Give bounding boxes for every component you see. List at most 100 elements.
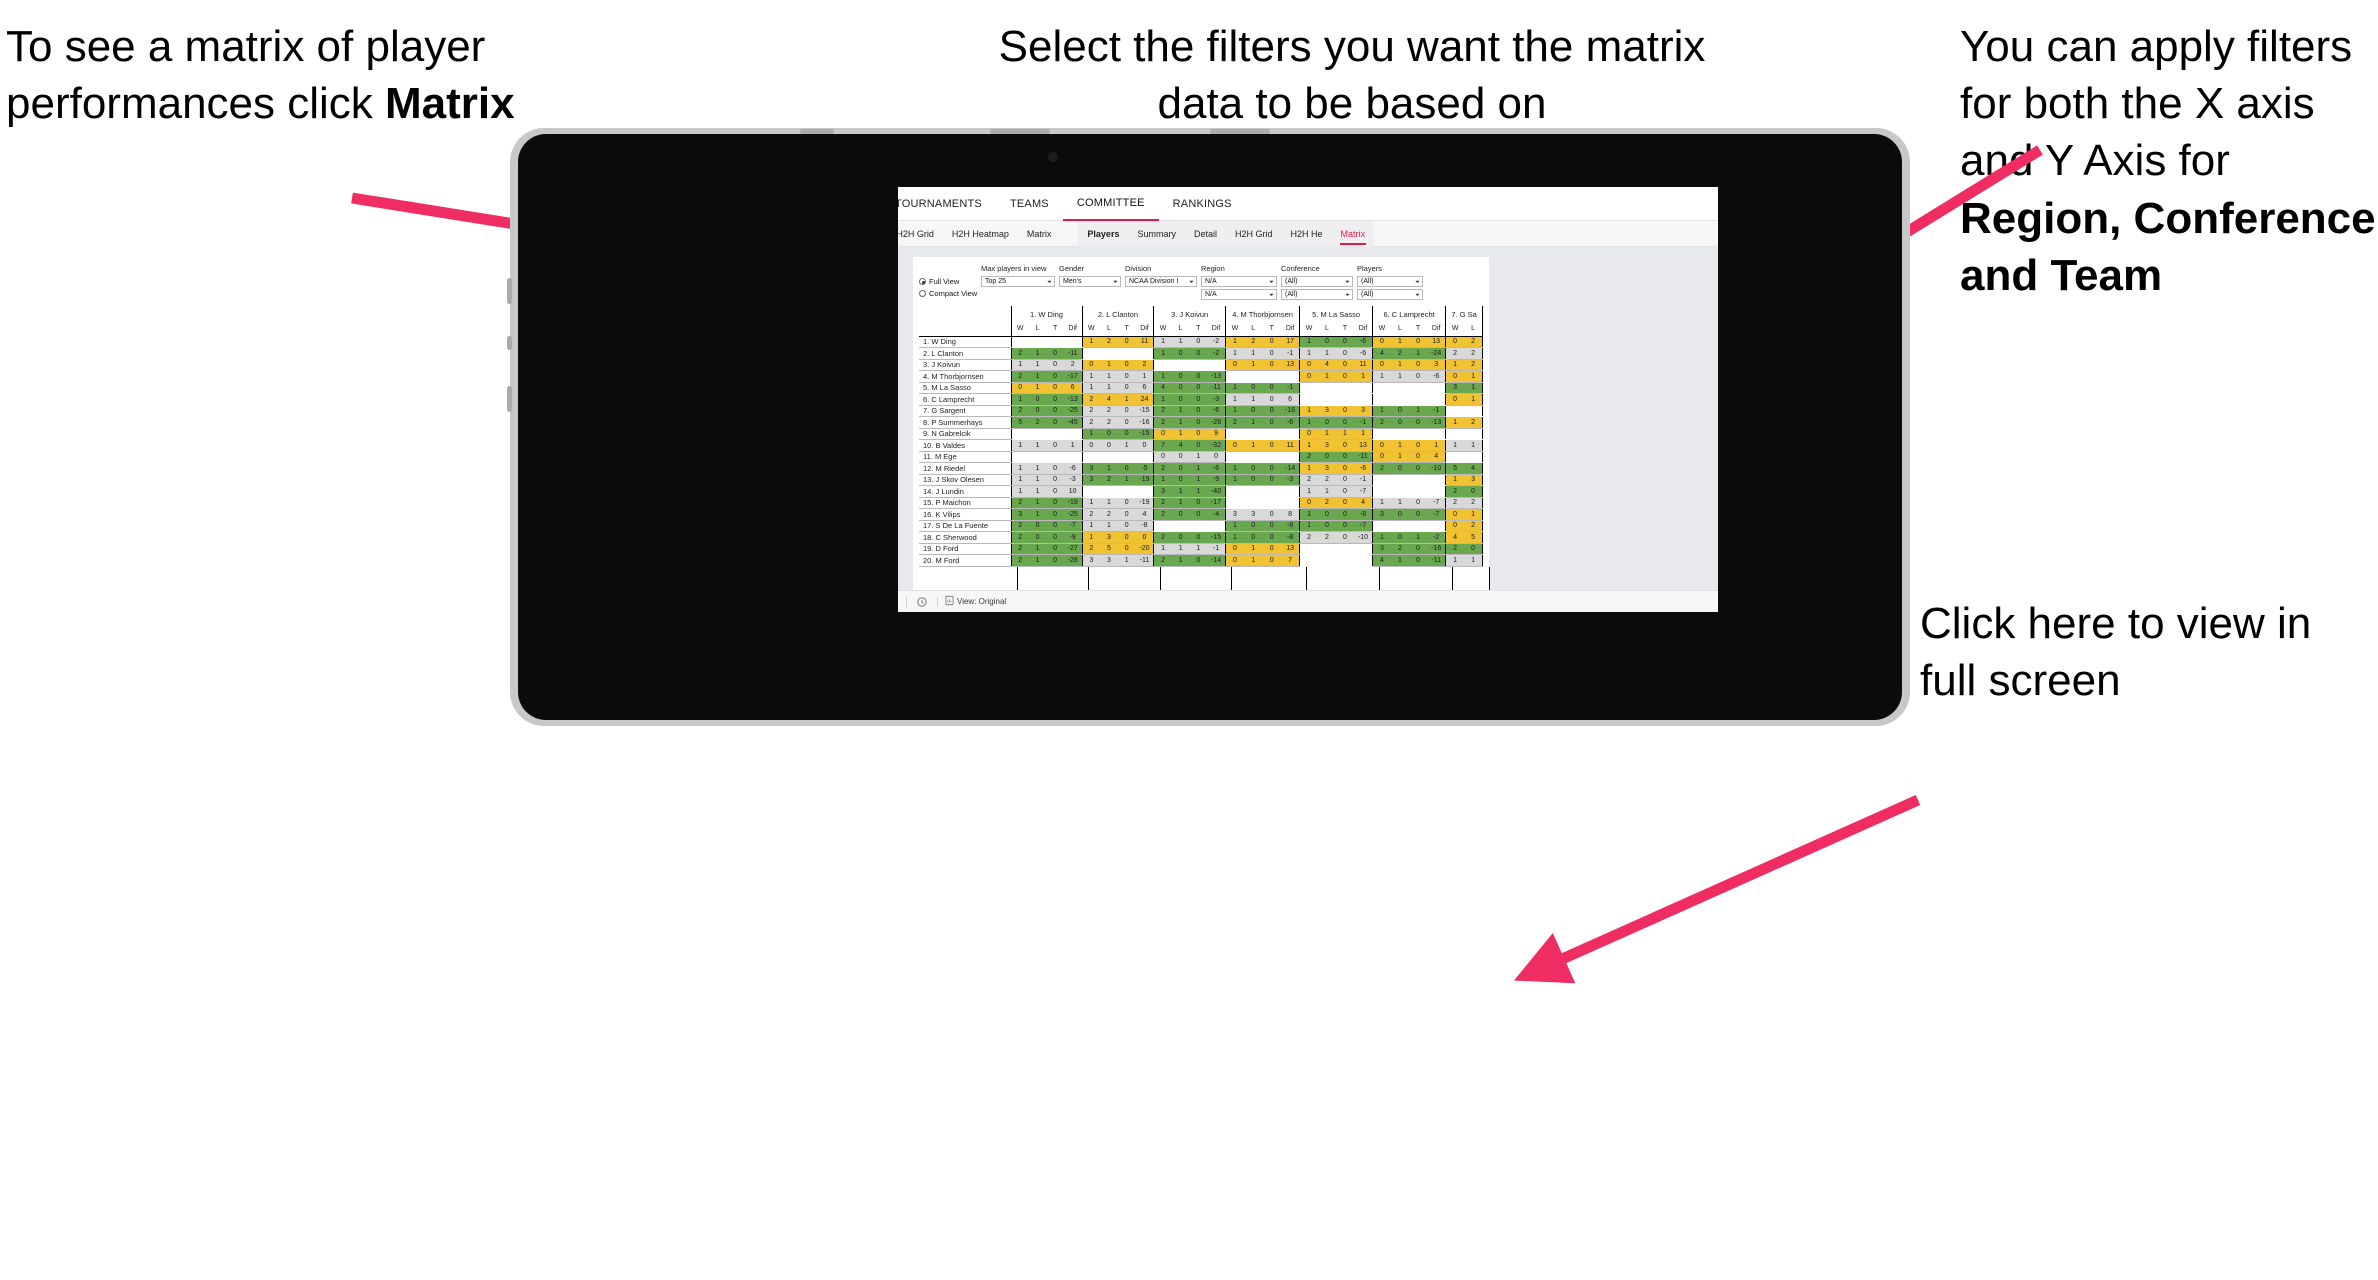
matrix-cell[interactable]: 0: [1445, 393, 1465, 406]
matrix-cell[interactable]: 0: [1371, 451, 1391, 463]
matrix-cell[interactable]: 0: [1117, 416, 1136, 429]
filter-select-conference-1[interactable]: (All) ▼: [1281, 276, 1353, 287]
matrix-cell[interactable]: 6: [1135, 382, 1154, 394]
matrix-cell[interactable]: 0: [1189, 393, 1208, 406]
matrix-cell[interactable]: 5: [1445, 462, 1465, 475]
matrix-cell[interactable]: 2: [1153, 405, 1172, 417]
matrix-cell[interactable]: 0: [1117, 497, 1136, 509]
matrix-cell[interactable]: 8: [1280, 508, 1300, 521]
matrix-cell[interactable]: -1: [1280, 347, 1300, 360]
matrix-cell[interactable]: -16: [1135, 416, 1154, 429]
matrix-cell[interactable]: -3: [1280, 474, 1300, 486]
matrix-cell[interactable]: 0: [1335, 405, 1355, 417]
subnav-item-players[interactable]: Players: [1078, 221, 1128, 247]
matrix-cell[interactable]: 0: [1189, 554, 1208, 567]
matrix-cell[interactable]: 1: [1427, 439, 1446, 452]
matrix-cell[interactable]: 0: [1262, 382, 1281, 394]
matrix-cell[interactable]: 0: [1262, 347, 1281, 360]
matrix-cell[interactable]: 1: [1408, 405, 1428, 417]
matrix-cell[interactable]: 0: [1117, 531, 1136, 544]
matrix-cell[interactable]: -24: [1427, 347, 1446, 360]
matrix-cell[interactable]: -8: [1354, 508, 1373, 521]
matrix-cell[interactable]: -19: [1063, 497, 1083, 509]
matrix-cell[interactable]: 1: [1445, 439, 1465, 452]
matrix-row[interactable]: 9. N Gabrelcik 1 0 0 -15 0 1 0 9 0 1 1 1: [919, 428, 1484, 440]
matrix-cell[interactable]: 0: [1081, 359, 1101, 371]
matrix-cell[interactable]: -7: [1427, 497, 1446, 509]
matrix-cell[interactable]: -11: [1427, 554, 1446, 567]
matrix-cell[interactable]: 0: [1100, 439, 1118, 452]
matrix-cell[interactable]: 0: [1244, 462, 1263, 475]
matrix-cell[interactable]: 0: [1262, 508, 1281, 521]
matrix-cell[interactable]: 0: [1317, 508, 1336, 521]
matrix-cell[interactable]: 1: [1317, 485, 1336, 498]
matrix-cell[interactable]: 0: [1028, 531, 1047, 544]
filter-select-conference-2[interactable]: (All) ▼: [1281, 289, 1353, 300]
matrix-cell[interactable]: 4: [1317, 359, 1336, 371]
matrix-cell[interactable]: 1: [1224, 393, 1244, 406]
matrix-cell[interactable]: 1: [1354, 370, 1373, 383]
matrix-cell[interactable]: 2: [1464, 336, 1484, 348]
matrix-cell[interactable]: 3: [1464, 474, 1484, 486]
matrix-cell[interactable]: 0: [1189, 382, 1208, 394]
matrix-cell[interactable]: 13: [1280, 543, 1300, 555]
matrix-cell[interactable]: 0: [1153, 428, 1172, 440]
matrix-cell[interactable]: 2: [1010, 405, 1029, 417]
matrix-cell[interactable]: 2: [1445, 497, 1465, 509]
matrix-row[interactable]: 3. J Koivun 1 1 0 2 0 1 0 2 0 1 0 13 0 4 0 11 0 1 0 3 1 2: [919, 359, 1484, 371]
matrix-cell[interactable]: 1: [1445, 554, 1465, 567]
matrix-cell[interactable]: 1: [1299, 520, 1318, 532]
matrix-cell[interactable]: 2: [1153, 554, 1172, 567]
matrix-cell[interactable]: -7: [1354, 485, 1373, 498]
matrix-cell[interactable]: 0: [1262, 554, 1281, 567]
matrix-cell[interactable]: 2: [1371, 462, 1391, 475]
matrix-cell[interactable]: 1: [1081, 428, 1101, 440]
chevron-down-icon[interactable]: [898, 591, 899, 613]
matrix-cell[interactable]: 3: [1081, 474, 1101, 486]
matrix-cell[interactable]: 1: [1081, 497, 1101, 509]
matrix-cell[interactable]: 1: [1153, 543, 1172, 555]
matrix-cell[interactable]: -2: [1207, 336, 1226, 348]
matrix-cell[interactable]: 1: [1224, 531, 1244, 544]
matrix-cell[interactable]: 0: [1464, 543, 1484, 555]
matrix-cell[interactable]: 0: [1171, 393, 1190, 406]
matrix-row[interactable]: 6. C Lamprecht 1 0 0 -13 2 4 1 24 1 0 0 -3 1 1 0 6 0 1: [919, 393, 1484, 406]
matrix-cell[interactable]: 0: [1335, 485, 1355, 498]
matrix-cell[interactable]: 0: [1046, 405, 1064, 417]
tablet-button-volume[interactable]: [507, 386, 512, 412]
matrix-cell[interactable]: 1: [1244, 347, 1263, 360]
matrix-cell[interactable]: 0: [1244, 520, 1263, 532]
matrix-cell[interactable]: 1: [1171, 543, 1190, 555]
matrix-cell[interactable]: 13: [1280, 359, 1300, 371]
matrix-cell[interactable]: 1: [1117, 393, 1136, 406]
matrix-cell[interactable]: 0: [1171, 474, 1190, 486]
matrix-cell[interactable]: 4: [1464, 462, 1484, 475]
matrix-cell[interactable]: 3: [1371, 543, 1391, 555]
matrix-cell[interactable]: 1: [1081, 520, 1101, 532]
matrix-cell[interactable]: 24: [1135, 393, 1154, 406]
matrix-cell[interactable]: -1: [1354, 474, 1373, 486]
matrix-cell[interactable]: 11: [1354, 359, 1373, 371]
matrix-cell[interactable]: -7: [1063, 520, 1083, 532]
matrix-cell[interactable]: 1: [1028, 382, 1047, 394]
matrix-cell[interactable]: 0: [1408, 497, 1428, 509]
matrix-cell[interactable]: 0: [1262, 336, 1281, 348]
matrix-row[interactable]: 11. M Ege 0 0 1 0 2 0 0 -11 0 1 0 4: [919, 451, 1484, 463]
matrix-cell[interactable]: 1: [1010, 485, 1029, 498]
matrix-cell[interactable]: 1: [1028, 508, 1047, 521]
matrix-cell[interactable]: -6: [1207, 462, 1226, 475]
matrix-cell[interactable]: 0: [1408, 451, 1428, 463]
matrix-cell[interactable]: 0: [1028, 405, 1047, 417]
matrix-cell[interactable]: 2: [1445, 485, 1465, 498]
matrix-cell[interactable]: 0: [1445, 336, 1465, 348]
matrix-cell[interactable]: 1: [1371, 531, 1391, 544]
matrix-row[interactable]: 13. J Skov Olesen 1 1 0 -3 3 2 1 -19 1 0 1 -9 1 0 0 -3 2 2…: [919, 474, 1484, 486]
matrix-cell[interactable]: -32: [1207, 439, 1226, 452]
matrix-cell[interactable]: 1: [1317, 428, 1336, 440]
matrix-row[interactable]: 19. D Ford 2 1 0 -27 2 5 0 -20 1 1 1 -1 0 1 0 13 3 2 0 -16 2 0: [919, 543, 1484, 555]
matrix-cell[interactable]: 0: [1371, 439, 1391, 452]
matrix-cell[interactable]: -10: [1354, 531, 1373, 544]
matrix-cell[interactable]: -3: [1063, 474, 1083, 486]
matrix-cell[interactable]: 2: [1028, 416, 1047, 429]
matrix-cell[interactable]: -10: [1427, 462, 1446, 475]
